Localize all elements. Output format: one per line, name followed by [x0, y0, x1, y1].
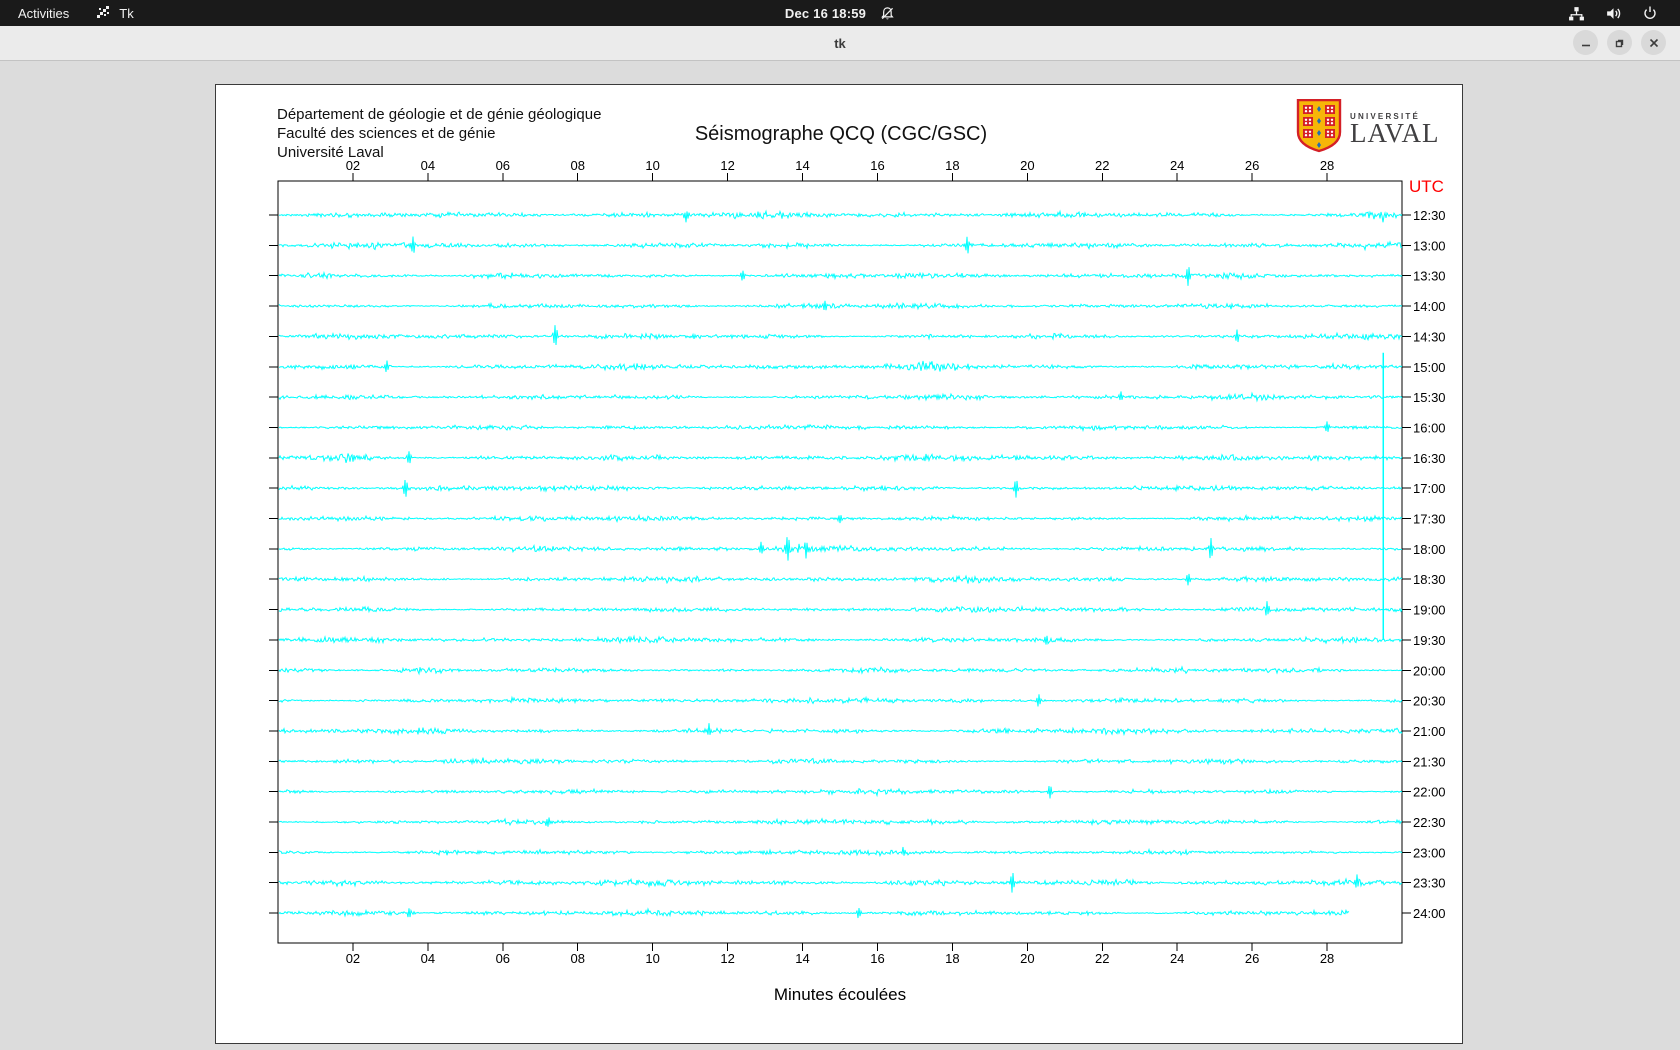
utc-time-label: 15:00	[1413, 360, 1446, 375]
x-tick-label-bottom: 28	[1320, 951, 1334, 966]
x-tick-label-top: 12	[720, 158, 734, 173]
utc-time-label: 20:30	[1413, 694, 1446, 709]
x-tick-label-bottom: 18	[945, 951, 959, 966]
x-axis-label: Minutes écoulées	[774, 985, 906, 1004]
close-button[interactable]	[1641, 30, 1666, 55]
x-tick-label-bottom: 02	[346, 951, 360, 966]
utc-time-label: 18:30	[1413, 572, 1446, 587]
x-tick-label-top: 06	[496, 158, 510, 173]
utc-time-label: 14:30	[1413, 329, 1446, 344]
trace-row-18:30	[278, 573, 1403, 586]
x-tick-label-top: 08	[570, 158, 584, 173]
clock-menu[interactable]: Dec 16 18:59	[785, 6, 895, 21]
trace-row-18:00	[278, 537, 1403, 561]
trace-row-20:30	[278, 694, 1403, 707]
x-tick-label-top: 10	[645, 158, 659, 173]
x-tick-label-top: 14	[795, 158, 809, 173]
system-status-area[interactable]	[1568, 5, 1658, 22]
plot-frame	[277, 180, 1403, 944]
utc-time-label: 21:00	[1413, 724, 1446, 739]
trace-row-19:30	[278, 634, 1403, 645]
x-tick-label-bottom: 16	[870, 951, 884, 966]
utc-header-label: UTC	[1409, 177, 1444, 196]
utc-time-label: 18:00	[1413, 542, 1446, 557]
minimize-button[interactable]	[1573, 30, 1598, 55]
x-tick-label-top: 18	[945, 158, 959, 173]
power-icon	[1642, 5, 1658, 21]
trace-row-19:00	[278, 601, 1403, 616]
maximize-button[interactable]	[1607, 30, 1632, 55]
utc-time-label: 13:00	[1413, 238, 1446, 253]
x-tick-label-bottom: 14	[795, 951, 809, 966]
trace-row-14:00	[278, 300, 1402, 311]
utc-time-label: 17:30	[1413, 512, 1446, 527]
trace-row-13:30	[278, 267, 1403, 286]
x-tick-label-bottom: 12	[720, 951, 734, 966]
x-tick-label-bottom: 08	[570, 951, 584, 966]
x-tick-label-bottom: 24	[1170, 951, 1184, 966]
utc-time-label: 22:30	[1413, 815, 1446, 830]
utc-time-label: 15:30	[1413, 390, 1446, 405]
utc-time-label: 16:00	[1413, 420, 1446, 435]
seismograph-canvas: Département de géologie et de génie géol…	[215, 84, 1463, 1044]
trace-row-21:00	[278, 723, 1403, 737]
utc-time-label: 20:00	[1413, 663, 1446, 678]
app-indicator-label: Tk	[119, 5, 134, 21]
utc-time-label: 16:30	[1413, 451, 1446, 466]
utc-time-label: 23:30	[1413, 876, 1446, 891]
x-tick-label-top: 20	[1020, 158, 1034, 173]
tk-window-body: Département de géologie et de génie géol…	[0, 61, 1680, 1050]
network-icon	[1568, 5, 1585, 22]
utc-time-label: 24:00	[1413, 906, 1446, 921]
trace-row-24:00	[278, 907, 1350, 919]
window-title: tk	[834, 35, 846, 51]
trace-row-22:00	[278, 786, 1403, 799]
utc-time-label: 17:00	[1413, 481, 1446, 496]
utc-time-label: 19:30	[1413, 633, 1446, 648]
trace-row-21:30	[278, 757, 1403, 766]
utc-time-label: 19:00	[1413, 603, 1446, 618]
trace-row-23:00	[278, 846, 1403, 858]
trace-row-16:00	[278, 421, 1403, 433]
trace-row-22:30	[278, 817, 1403, 827]
x-tick-label-top: 24	[1170, 158, 1184, 173]
top-bar: Activities Tk Dec 16 18:59	[0, 0, 1680, 26]
x-tick-label-top: 26	[1245, 158, 1259, 173]
trace-row-14:30	[278, 325, 1403, 346]
trace-row-17:00	[278, 479, 1403, 498]
trace-row-17:30	[278, 513, 1403, 524]
trace-row-15:00	[278, 360, 1403, 372]
x-tick-label-bottom: 06	[496, 951, 510, 966]
x-tick-label-bottom: 20	[1020, 951, 1034, 966]
x-tick-label-top: 04	[421, 158, 435, 173]
trace-row-15:30	[278, 391, 1403, 403]
x-tick-label-top: 16	[870, 158, 884, 173]
trace-row-16:30	[278, 451, 1403, 464]
utc-time-label: 23:00	[1413, 845, 1446, 860]
notifications-muted-icon	[880, 6, 895, 21]
seismogram-plot: 02 02 04 04 06 06 08 08 10 10 12 12 14 14 16 16 18 18 20 20…	[269, 158, 1446, 1004]
trace-row-20:00	[278, 665, 1403, 676]
utc-time-label: 22:00	[1413, 785, 1446, 800]
tk-icon	[95, 5, 111, 21]
clock-label: Dec 16 18:59	[784, 5, 867, 21]
app-indicator[interactable]: Tk	[95, 5, 134, 21]
trace-row-23:30	[278, 872, 1403, 893]
window-title-bar[interactable]: tk	[0, 26, 1680, 61]
utc-time-label: 13:30	[1413, 269, 1446, 284]
x-tick-label-top: 02	[346, 158, 360, 173]
x-tick-label-top: 28	[1320, 158, 1334, 173]
x-tick-label-bottom: 10	[645, 951, 659, 966]
utc-time-label: 14:00	[1413, 299, 1446, 314]
activities-button[interactable]: Activities	[18, 6, 69, 21]
x-tick-label-bottom: 04	[421, 951, 435, 966]
x-tick-label-top: 22	[1095, 158, 1109, 173]
trace-row-13:00	[278, 236, 1403, 254]
x-tick-label-bottom: 22	[1095, 951, 1109, 966]
volume-icon	[1605, 5, 1622, 22]
trace-row-12:30	[278, 209, 1403, 223]
utc-time-label: 12:30	[1413, 208, 1446, 223]
x-tick-label-bottom: 26	[1245, 951, 1259, 966]
utc-time-label: 21:30	[1413, 754, 1446, 769]
